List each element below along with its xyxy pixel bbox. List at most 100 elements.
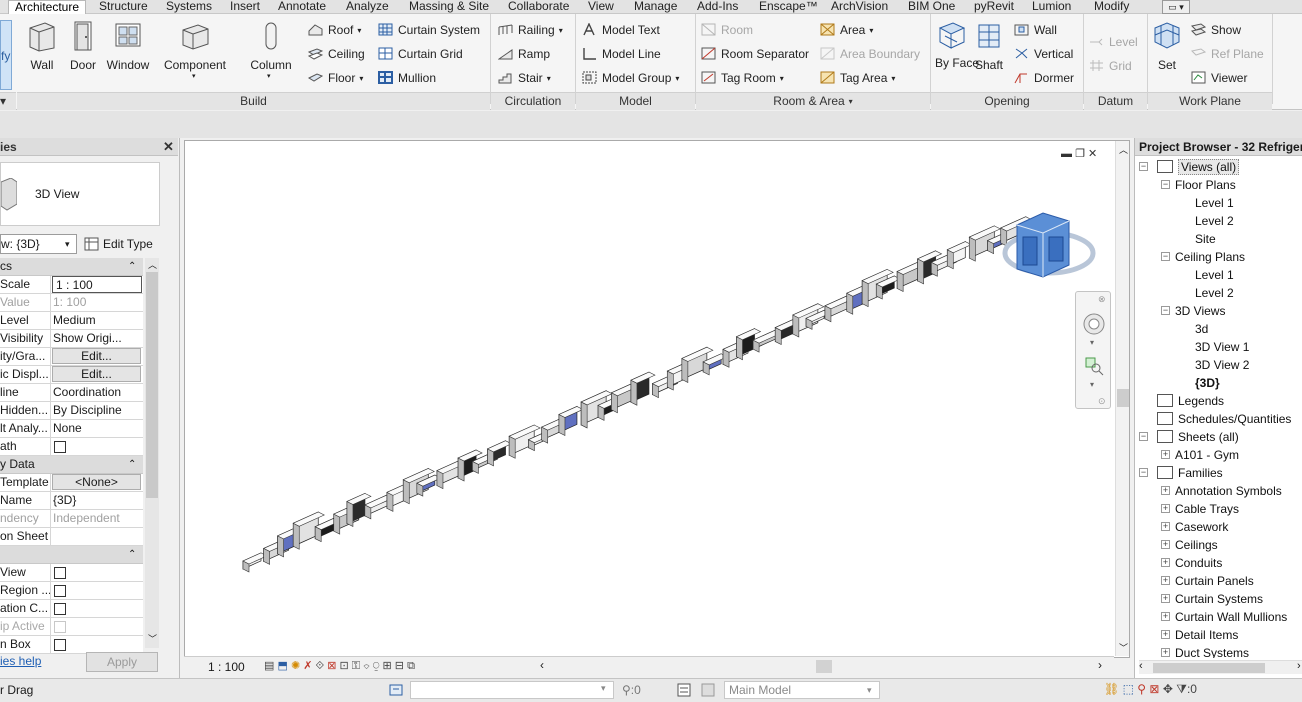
property-row[interactable]: Value 1: 100	[0, 294, 143, 312]
expand-toggle[interactable]: +	[1161, 522, 1170, 531]
chevron-down-icon[interactable]: ▾	[1090, 338, 1094, 347]
expand-toggle[interactable]: +	[1161, 630, 1170, 639]
property-row[interactable]: Level Medium	[0, 312, 143, 330]
collapse-toggle[interactable]: −	[1139, 468, 1148, 477]
scroll-up-icon[interactable]: ︿	[148, 258, 157, 271]
railing-dropdown-caret[interactable]: ▾	[559, 26, 563, 35]
expand-toggle[interactable]: +	[1161, 594, 1170, 603]
ceiling-button[interactable]: Ceiling	[308, 45, 365, 63]
workset-dropdown[interactable]: ▾	[410, 681, 614, 699]
tag-area-dropdown-caret[interactable]: ▾	[891, 74, 895, 83]
chevron-down-icon[interactable]: ▾	[1090, 380, 1094, 389]
ramp-button[interactable]: Ramp	[498, 45, 550, 63]
expand-toggle[interactable]: +	[1161, 486, 1170, 495]
tab-architecture[interactable]: Architecture	[8, 0, 87, 14]
shaft-button[interactable]: Shaft	[972, 20, 1006, 72]
scroll-down-icon[interactable]: ﹀	[148, 632, 157, 645]
browser-item[interactable]: Level 1	[1195, 194, 1234, 212]
property-row[interactable]: Visibility Show Origi...	[0, 330, 143, 348]
modify-panel-title[interactable]: ▾	[0, 92, 16, 110]
scroll-right-icon[interactable]: ›	[1098, 658, 1102, 672]
browser-item[interactable]: Sheets (all)	[1157, 428, 1239, 446]
browser-item[interactable]: Ceiling Plans	[1175, 248, 1245, 266]
property-row[interactable]: ation C...	[0, 600, 143, 618]
tab-massing-site[interactable]: Massing & Site	[409, 0, 489, 14]
collapse-icon[interactable]: ⌃	[128, 456, 136, 473]
view-vertical-scrollbar[interactable]: ︿ ﹀	[1115, 141, 1129, 656]
tag-room-button[interactable]: Tag Room ▾	[701, 69, 784, 87]
properties-help-link[interactable]: ies help	[0, 654, 41, 668]
model-text-button[interactable]: Model Text	[582, 21, 660, 39]
property-row[interactable]: Template <None>	[0, 474, 143, 492]
design-option-dropdown[interactable]: Main Model ▾	[724, 681, 880, 699]
property-value[interactable]: None	[53, 420, 143, 437]
horizontal-scrollbar-thumb[interactable]	[816, 660, 832, 673]
tag-area-button[interactable]: Tag Area ▾	[820, 69, 895, 87]
scroll-down-icon[interactable]: ﹀	[1119, 641, 1128, 654]
curtain-grid-button[interactable]: Curtain Grid	[378, 45, 463, 63]
browser-item[interactable]: Floor Plans	[1175, 176, 1236, 194]
ribbon-options-dropdown[interactable]: ▭ ▾	[1162, 0, 1190, 14]
property-value[interactable]: 1: 100	[53, 294, 143, 311]
model-line-button[interactable]: Model Line	[582, 45, 661, 63]
tab-archvision[interactable]: ArchVision	[831, 0, 888, 14]
building-model[interactable]	[185, 141, 1115, 656]
tab-structure[interactable]: Structure	[99, 0, 148, 14]
apply-button[interactable]: Apply	[86, 652, 158, 672]
roof-button[interactable]: Roof ▾	[308, 21, 361, 39]
property-checkbox[interactable]	[54, 621, 66, 633]
worksharing-icon[interactable]: ⊞	[383, 660, 392, 672]
tab-collaborate[interactable]: Collaborate	[508, 0, 569, 14]
property-value[interactable]: {3D}	[53, 492, 143, 509]
worksets-icon[interactable]	[388, 682, 404, 698]
by-face-button[interactable]: By Face	[935, 20, 979, 70]
unlock-3d-icon[interactable]: ⚿	[352, 660, 360, 672]
browser-item[interactable]: {3D}	[1195, 374, 1220, 392]
tab-pyrevit[interactable]: pyRevit	[974, 0, 1014, 14]
expand-toggle[interactable]: +	[1161, 576, 1170, 585]
tab-add-ins[interactable]: Add-Ins	[697, 0, 738, 14]
view-instance-selector[interactable]: w: {3D} ▾	[0, 234, 77, 254]
select-links-icon[interactable]: ⛓	[1104, 682, 1119, 696]
window-button[interactable]: Window	[105, 20, 151, 72]
browser-item[interactable]: A101 - Gym	[1175, 446, 1239, 464]
component-dropdown-caret[interactable]: ▾	[192, 72, 196, 80]
browser-item[interactable]: Curtain Wall Mullions	[1175, 608, 1287, 626]
tab-analyze[interactable]: Analyze	[346, 0, 389, 14]
reveal-hidden-icon[interactable]: ⍜	[373, 660, 380, 672]
browser-item[interactable]: Level 1	[1195, 266, 1234, 284]
editable-only-filter[interactable]: ⚲:0	[622, 683, 641, 697]
room-separator-button[interactable]: Room Separator	[701, 45, 809, 63]
view-scale[interactable]: 1 : 100	[208, 660, 245, 674]
wall-opening-button[interactable]: Wall	[1014, 21, 1057, 39]
browser-item[interactable]: Level 2	[1195, 212, 1234, 230]
tab-enscape[interactable]: Enscape™	[759, 0, 818, 14]
property-value[interactable]: Independent	[53, 510, 143, 527]
stair-dropdown-caret[interactable]: ▾	[547, 74, 551, 83]
dormer-button[interactable]: Dormer	[1014, 69, 1074, 87]
property-row[interactable]: lt Analy... None	[0, 420, 143, 438]
property-row[interactable]: ip Active	[0, 618, 143, 636]
set-button[interactable]: Set	[1152, 20, 1182, 72]
steering-wheel-icon[interactable]	[1082, 312, 1106, 336]
model-group-button[interactable]: Model Group ▾	[582, 69, 679, 87]
tag-room-dropdown-caret[interactable]: ▾	[780, 74, 784, 83]
property-row[interactable]: ic Displ... Edit...	[0, 366, 143, 384]
highlight-icon[interactable]: ⧉	[407, 660, 415, 672]
area-button[interactable]: Area ▾	[820, 21, 873, 39]
browser-item[interactable]: Families	[1157, 464, 1223, 482]
floor-button[interactable]: Floor ▾	[308, 69, 363, 87]
tab-lumion[interactable]: Lumion	[1032, 0, 1071, 14]
type-selector[interactable]: 3D View	[0, 162, 160, 226]
scroll-up-icon[interactable]: ︿	[1119, 143, 1128, 156]
sun-path-icon[interactable]: ✺	[291, 660, 300, 672]
viewcube[interactable]	[997, 203, 1097, 285]
mullion-button[interactable]: Mullion	[378, 69, 436, 87]
group-extents[interactable]: ⌃	[0, 546, 143, 564]
nav-options-icon[interactable]: ⊙	[1098, 396, 1106, 407]
property-checkbox[interactable]	[54, 639, 66, 651]
browser-item[interactable]: 3D View 1	[1195, 338, 1249, 356]
properties-scrollbar[interactable]: ︿ ﹀	[145, 258, 159, 648]
active-design-option-icon[interactable]	[700, 682, 716, 698]
show-workplane-button[interactable]: Show	[1191, 21, 1241, 39]
